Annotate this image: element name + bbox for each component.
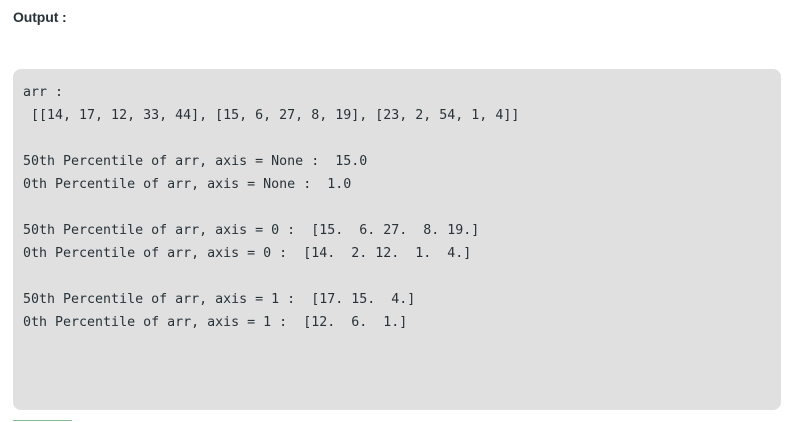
output-line-arr-label: arr :: [23, 85, 64, 100]
output-line-50th-axis-1: 50th Percentile of arr, axis = 1 : [17. …: [23, 292, 416, 307]
output-line-blank: [23, 196, 781, 219]
divider: [13, 420, 72, 421]
output-line-50th-axis-0: 50th Percentile of arr, axis = 0 : [15. …: [23, 223, 480, 238]
code-output-block: arr : [[14, 17, 12, 33, 44], [15, 6, 27,…: [13, 69, 781, 410]
output-line-50th-axis-none: 50th Percentile of arr, axis = None : 15…: [23, 154, 368, 169]
output-heading: Output :: [13, 9, 67, 25]
output-line-0th-axis-none: 0th Percentile of arr, axis = None : 1.0: [23, 177, 352, 192]
output-line-blank: [23, 127, 781, 150]
output-line-0th-axis-0: 0th Percentile of arr, axis = 0 : [14. 2…: [23, 246, 472, 261]
output-line-arr-value: [[14, 17, 12, 33, 44], [15, 6, 27, 8, 19…: [23, 108, 520, 123]
output-line-0th-axis-1: 0th Percentile of arr, axis = 1 : [12. 6…: [23, 315, 408, 330]
output-line-blank: [23, 265, 781, 288]
